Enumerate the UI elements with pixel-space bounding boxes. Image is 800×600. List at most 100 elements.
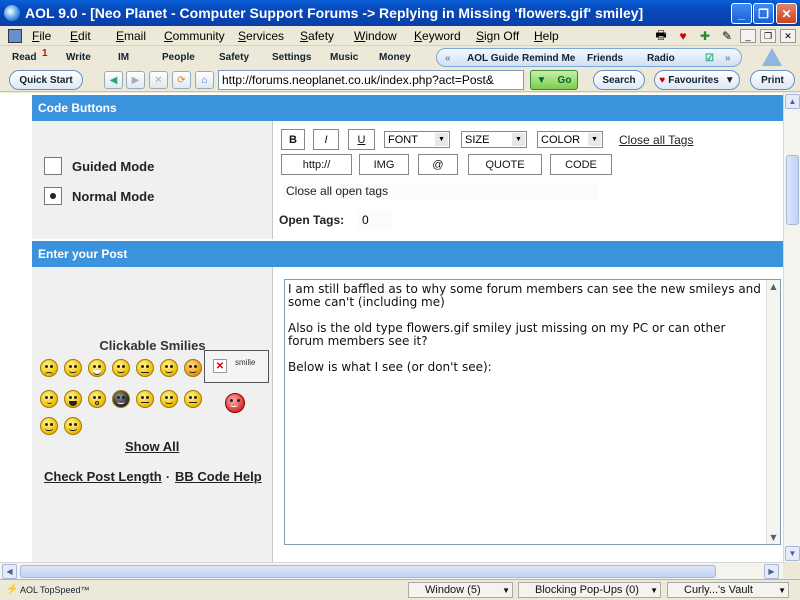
size-select[interactable]: SIZE ▼ [461,131,527,148]
menu-sign-off[interactable]: Sign Off [476,29,534,43]
safety-button[interactable]: Safety [219,52,249,63]
show-all-link[interactable]: Show All [125,439,179,454]
code-button[interactable]: CODE [550,154,612,175]
money-button[interactable]: Money [379,52,411,63]
smiley-sad-icon[interactable] [40,359,58,377]
window-list-button[interactable]: Window (5) ▼ [408,582,513,598]
print-button[interactable]: Print [750,70,795,90]
underline-button[interactable]: U [348,129,375,150]
restore-button[interactable]: ❐ [753,3,774,24]
smiley-tongue-icon[interactable] [112,359,130,377]
smiley-smile-icon[interactable] [64,359,82,377]
vertical-scroll-thumb[interactable] [786,155,799,225]
check-post-length-link[interactable]: Check Post Length [44,469,162,484]
aol-guide-link[interactable]: AOL Guide [467,53,519,64]
smiley-dry-icon[interactable] [184,390,202,408]
horizontal-scroll-thumb[interactable] [20,565,716,578]
search-button[interactable]: Search [593,70,645,90]
smiley-glasses-icon[interactable] [64,417,82,435]
read-button[interactable]: Read [12,52,36,63]
remind-me-link[interactable]: Remind Me [522,53,575,64]
broken-smilie-image[interactable]: ✕ smilie [204,350,269,383]
popup-blocker-button[interactable]: Blocking Pop-Ups (0) ▼ [518,582,661,598]
guided-mode-option[interactable]: Guided Mode [44,157,154,175]
smiley-biggrin-icon[interactable] [64,390,82,408]
menu-email[interactable]: Email [116,29,164,43]
menu-edit[interactable]: Edit [70,29,116,43]
page-vertical-scrollbar[interactable]: ▲ ▼ [783,93,800,562]
inner-restore-button[interactable]: ❐ [760,29,776,43]
color-select[interactable]: COLOR ▼ [537,131,603,148]
inner-minimize-button[interactable]: _ [740,29,756,43]
go-button[interactable]: ▼ Go [530,70,578,90]
menu-file[interactable]: File [32,29,70,43]
inner-close-button[interactable]: ✕ [780,29,796,43]
music-button[interactable]: Music [330,52,358,63]
scroll-down-icon[interactable]: ▼ [785,546,800,561]
menu-help[interactable]: Help [534,29,574,43]
scroll-right-icon[interactable]: » [725,53,731,64]
menu-keyword[interactable]: Keyword [414,29,476,43]
guided-mode-radio[interactable] [44,157,62,175]
minimize-button[interactable]: _ [731,3,752,24]
scroll-up-icon[interactable]: ▲ [785,94,800,109]
textarea-scrollbar[interactable]: ▲ ▼ [766,280,780,544]
page-horizontal-scrollbar[interactable]: ◀ ▶ [0,562,783,579]
stop-icon[interactable]: ✕ [149,71,168,89]
img-button[interactable]: IMG [359,154,409,175]
menu-bar: File Edit Email Community Services Safet… [0,26,800,46]
font-select[interactable]: FONT ▼ [384,131,450,148]
http-button[interactable]: http:// [281,154,352,175]
smiley-love-icon[interactable] [225,393,245,413]
home-icon[interactable]: ⌂ [195,71,214,89]
friends-link[interactable]: Friends [587,53,623,64]
menu-safety[interactable]: Safety [300,29,354,43]
close-button[interactable]: ✕ [776,3,797,24]
back-icon[interactable]: ◀ [104,71,123,89]
settings-button[interactable]: Settings [272,52,311,63]
post-textarea[interactable]: I am still baffled as to why some forum … [284,279,781,545]
email-button[interactable]: @ [418,154,458,175]
vault-button[interactable]: Curly...'s Vault ▼ [667,582,789,598]
close-all-tags-link[interactable]: Close all Tags [619,133,693,147]
im-button[interactable]: IM [118,52,129,63]
scroll-down-icon[interactable]: ▼ [767,531,780,544]
quote-button[interactable]: QUOTE [468,154,542,175]
smiley-unsure-icon[interactable] [136,390,154,408]
menu-window[interactable]: Window [354,29,414,43]
write-icon[interactable]: ✎ [718,28,736,44]
normal-mode-option[interactable]: Normal Mode [44,187,154,205]
printer-icon[interactable]: 🖶 [652,28,670,44]
menu-community[interactable]: Community [164,29,238,43]
checkbox-icon[interactable]: ☑ [705,53,714,64]
radio-link[interactable]: Radio [647,53,675,64]
smiley-grin-icon[interactable] [88,359,106,377]
quick-start-button[interactable]: Quick Start [9,70,83,90]
smiley-blink-icon[interactable] [160,359,178,377]
heart-icon[interactable]: ♥ [674,28,692,44]
smiley-wink-icon[interactable] [40,417,58,435]
smiley-laugh-icon[interactable] [184,359,202,377]
code-buttons-header: Code Buttons [32,95,783,121]
refresh-icon[interactable]: ⟳ [172,71,191,89]
normal-mode-radio[interactable] [44,187,62,205]
smiley-huh-icon[interactable] [40,390,58,408]
smiley-wacko-icon[interactable] [160,390,178,408]
bold-button[interactable]: B [281,129,305,150]
bb-code-help-link[interactable]: BB Code Help [175,469,262,484]
smiley-cool-icon[interactable] [112,390,130,408]
scroll-left-icon[interactable]: ◀ [2,564,17,579]
address-input[interactable]: http://forums.neoplanet.co.uk/index.php?… [218,70,524,90]
smiley-ohmy-icon[interactable] [88,390,106,408]
italic-button[interactable]: I [313,129,339,150]
favourites-button[interactable]: ♥ Favourites ▼ [654,70,740,90]
scroll-left-icon[interactable]: « [445,53,451,64]
smiley-mad-icon[interactable] [136,359,154,377]
menu-services[interactable]: Services [238,29,300,43]
people-button[interactable]: People [162,52,195,63]
forward-icon[interactable]: ▶ [126,71,145,89]
scroll-right-icon[interactable]: ▶ [764,564,779,579]
write-button[interactable]: Write [66,52,91,63]
scroll-up-icon[interactable]: ▲ [767,280,780,293]
people-icon[interactable]: ✚ [696,28,714,44]
